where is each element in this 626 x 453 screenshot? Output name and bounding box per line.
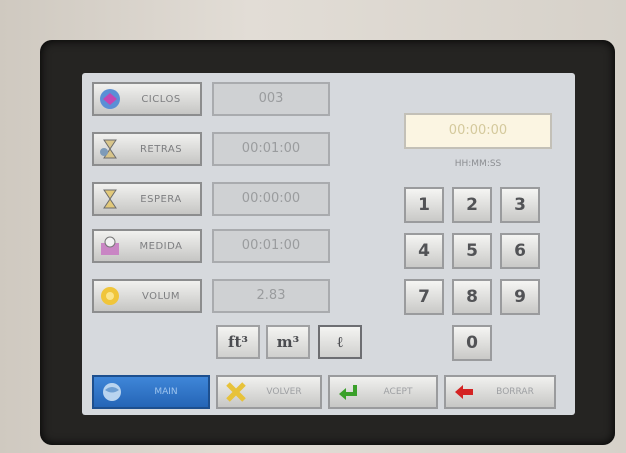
retras-value-field[interactable]: 00:01:00 (212, 132, 330, 166)
espera-button[interactable]: ESPERA (92, 182, 202, 216)
volume-icon (98, 284, 122, 308)
key-1[interactable]: 1 (404, 187, 444, 223)
retras-label: RETRAS (139, 143, 183, 155)
return-icon (224, 380, 248, 404)
cycle-icon (98, 87, 122, 111)
key-6[interactable]: 6 (500, 233, 540, 269)
key-8[interactable]: 8 (452, 279, 492, 315)
medida-value-field[interactable]: 00:01:00 (212, 229, 330, 263)
touch-screen: CICLOS 003 RETRAS 00:01:00 ESPERA 00:00:… (82, 73, 575, 415)
accept-button[interactable]: ACEPT (328, 375, 438, 409)
ciclos-label: CICLOS (141, 93, 181, 105)
volum-button[interactable]: VOLUM (92, 279, 202, 313)
key-2[interactable]: 2 (452, 187, 492, 223)
delete-arrow-icon (452, 380, 476, 404)
key-5[interactable]: 5 (452, 233, 492, 269)
volver-label: VOLVER (266, 387, 302, 397)
hourglass-clock-icon (98, 137, 122, 161)
unit-liters-button[interactable]: ℓ (318, 325, 362, 359)
main-button[interactable]: MAIN (92, 375, 210, 409)
volver-button[interactable]: VOLVER (216, 375, 322, 409)
globe-icon (100, 380, 124, 404)
hourglass-icon (98, 187, 122, 211)
enter-arrow-icon (336, 380, 360, 404)
time-display: 00:00:00 (404, 113, 552, 149)
borrar-label: BORRAR (496, 387, 534, 397)
key-0[interactable]: 0 (452, 325, 492, 361)
unit-cubic-meters-button[interactable]: m³ (266, 325, 310, 359)
medida-label: MEDIDA (139, 240, 183, 252)
ciclos-value-field[interactable]: 003 (212, 82, 330, 116)
key-9[interactable]: 9 (500, 279, 540, 315)
ciclos-button[interactable]: CICLOS (92, 82, 202, 116)
time-format-label: HH:MM:SS (454, 159, 502, 169)
key-7[interactable]: 7 (404, 279, 444, 315)
medida-button[interactable]: MEDIDA (92, 229, 202, 263)
retras-button[interactable]: RETRAS (92, 132, 202, 166)
borrar-button[interactable]: BORRAR (444, 375, 556, 409)
volum-value-field[interactable]: 2.83 (212, 279, 330, 313)
main-label: MAIN (154, 387, 178, 397)
unit-cubic-feet-button[interactable]: ft³ (216, 325, 260, 359)
accept-label: ACEPT (383, 387, 413, 397)
measure-icon (98, 234, 122, 258)
espera-value-field[interactable]: 00:00:00 (212, 182, 330, 216)
key-4[interactable]: 4 (404, 233, 444, 269)
key-3[interactable]: 3 (500, 187, 540, 223)
espera-label: ESPERA (140, 193, 182, 205)
volum-label: VOLUM (141, 290, 181, 302)
